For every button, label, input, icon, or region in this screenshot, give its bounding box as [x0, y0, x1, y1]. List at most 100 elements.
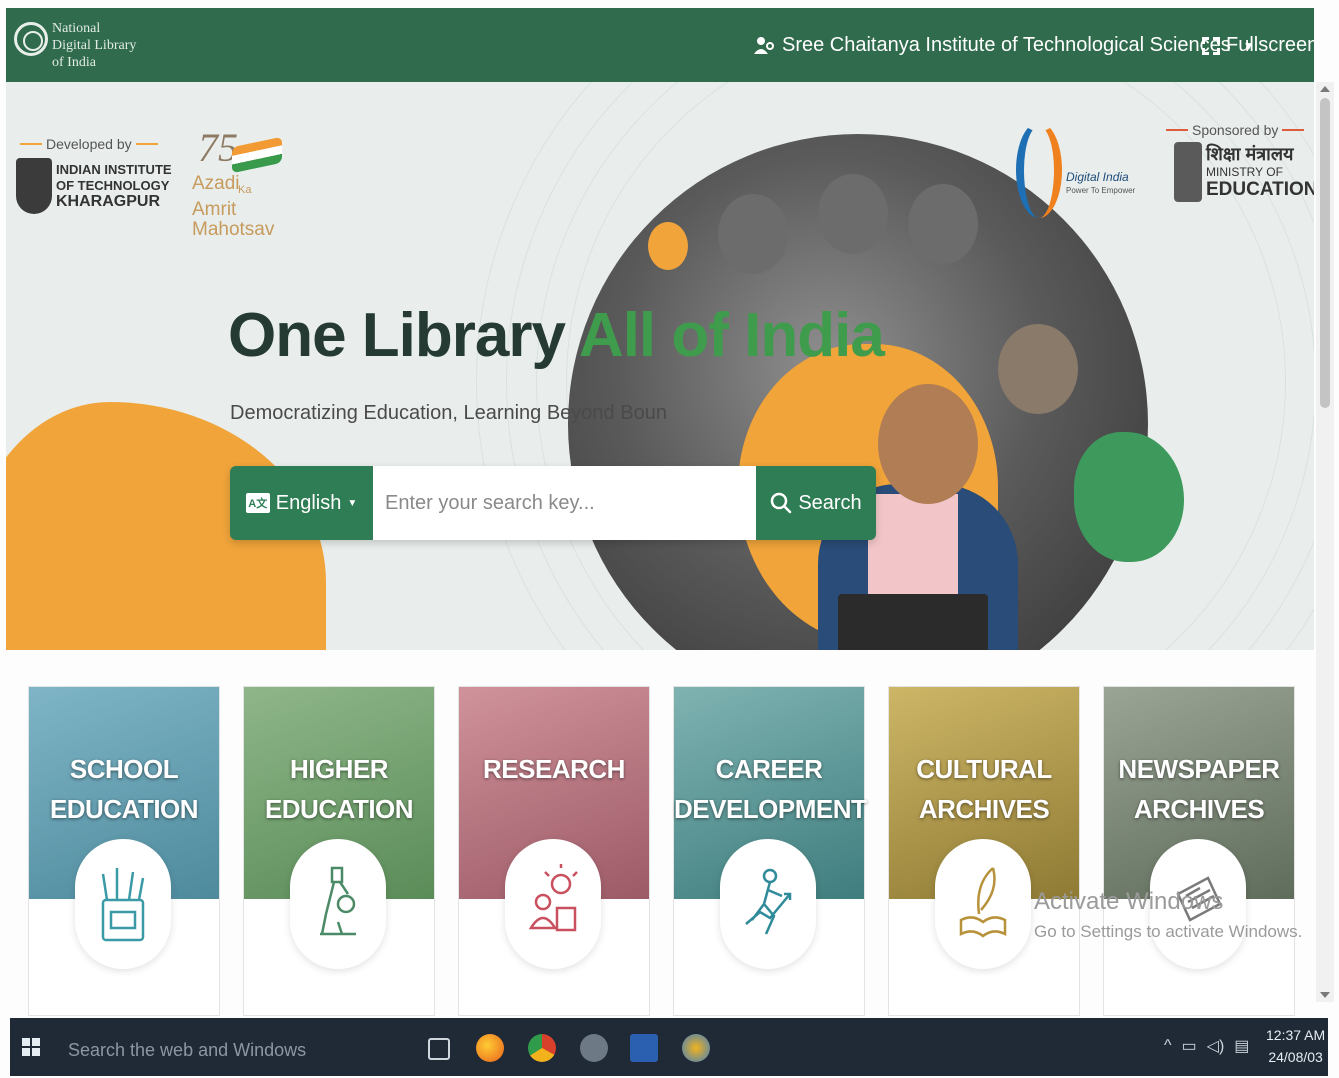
- headline-part2: All of India: [578, 301, 885, 370]
- career-icon: [745, 868, 792, 935]
- institution-dropdown[interactable]: Sree Chaitanya Institute of Technologica…: [754, 34, 1255, 57]
- search-button-label: Search: [798, 491, 862, 514]
- card-icon-circle: [720, 839, 816, 969]
- language-label: English: [275, 491, 342, 514]
- digital-india-text: Digital India: [1066, 170, 1129, 184]
- azadi-line: Ka: [238, 184, 252, 196]
- firefox-icon[interactable]: [476, 1034, 504, 1062]
- category-card-newspaper-archives[interactable]: NEWSPAPER ARCHIVES: [1103, 686, 1295, 1016]
- photo-person: [908, 184, 978, 264]
- orange-dot-decoration: [648, 222, 688, 270]
- chevron-up-icon[interactable]: ^: [1164, 1037, 1172, 1055]
- digital-india-subtext: Power To Empower: [1066, 186, 1136, 195]
- iit-name: INDIAN INSTITUTE OF TECHNOLOGY KHARAGPUR: [56, 162, 172, 210]
- iit-line: INDIAN INSTITUTE: [56, 162, 172, 177]
- category-card-research[interactable]: RESEARCH: [458, 686, 650, 1016]
- ndli-logo-icon[interactable]: [14, 22, 48, 56]
- hero-headline: One Library All of India: [228, 300, 885, 371]
- azadi-line: Amrit Mahotsav: [192, 199, 275, 240]
- stationery-icon: [101, 868, 145, 942]
- card-icon-circle: [75, 839, 171, 969]
- label-line: [135, 143, 158, 145]
- green-blob-decoration: [1074, 432, 1184, 562]
- sponsored-by-text: Sponsored by: [1192, 122, 1279, 138]
- category-card-cultural-archives[interactable]: CULTURAL ARCHIVES: [888, 686, 1080, 1016]
- page-scrollbar[interactable]: [1316, 82, 1334, 1002]
- logo-line: of India: [52, 55, 96, 70]
- logo-line: National: [52, 21, 101, 36]
- category-card-career-development[interactable]: CAREER DEVELOPMENT: [673, 686, 867, 1016]
- azadi-text: Azadi Ka Amrit Mahotsav: [192, 174, 312, 240]
- developed-by-text: Developed by: [46, 136, 132, 152]
- card-title: SCHOOL EDUCATION: [49, 754, 199, 824]
- caret-down-icon: ▼: [347, 497, 358, 509]
- clock-time: 12:37 AM: [1266, 1027, 1326, 1043]
- card-icon-circle: [290, 839, 386, 969]
- taskbar-clock[interactable]: 12:37 AM 24/08/03: [1266, 1024, 1325, 1068]
- azadi-ka-amrit-mahotsav-logo: 75 Azadi Ka Amrit Mahotsav: [192, 122, 312, 240]
- card-icon-circle: [505, 839, 601, 969]
- fullscreen-button[interactable]: Fullscreen: [1202, 34, 1318, 57]
- developed-by-label: Developed by: [20, 136, 158, 152]
- institution-name: Sree Chaitanya Institute of Technologica…: [782, 34, 1231, 56]
- activate-windows-watermark: Activate Windows Go to Settings to activ…: [1034, 888, 1302, 942]
- label-line: [1166, 129, 1188, 131]
- word-icon[interactable]: [630, 1034, 658, 1062]
- scroll-up-arrow-icon[interactable]: [1320, 86, 1330, 92]
- search-icon: [771, 492, 792, 514]
- windows-taskbar: Search the web and Windows ^ ▭ ◁) ▤ 12:3…: [10, 1018, 1328, 1076]
- scroll-down-arrow-icon[interactable]: [1320, 992, 1330, 998]
- fullscreen-label: Fullscreen: [1226, 34, 1319, 56]
- category-card-school-education[interactable]: SCHOOL EDUCATION: [28, 686, 220, 1016]
- scroll-thumb[interactable]: [1320, 98, 1330, 408]
- category-cards: SCHOOL EDUCATION HIGHER EDUCATION RESEAR…: [28, 686, 1298, 1016]
- ministry-of-education-logo[interactable]: शिक्षा मंत्रालय MINISTRY OF EDUCATION: [1174, 142, 1314, 202]
- sponsored-by-label: Sponsored by: [1166, 122, 1305, 138]
- card-title: RESEARCH: [483, 754, 625, 784]
- photo-person: [998, 324, 1078, 414]
- clock-date: 24/08/03: [1268, 1049, 1323, 1065]
- search-button[interactable]: Search: [756, 466, 876, 540]
- app-icon[interactable]: [580, 1034, 608, 1062]
- taskbar-search-box[interactable]: Search the web and Windows: [68, 1040, 306, 1061]
- moe-hindi: शिक्षा मंत्रालय: [1206, 144, 1294, 164]
- task-view-icon[interactable]: [428, 1038, 450, 1060]
- iit-emblem-icon: [16, 158, 52, 214]
- logo-line: Digital Library: [52, 38, 137, 53]
- quill-book-icon: [959, 867, 1007, 938]
- photo-laptop: [838, 594, 988, 650]
- paint-icon[interactable]: [682, 1034, 710, 1062]
- card-title: NEWSPAPER ARCHIVES: [1118, 754, 1280, 824]
- volume-icon[interactable]: ◁): [1207, 1036, 1225, 1056]
- language-dropdown[interactable]: A文 English ▼: [230, 466, 373, 540]
- search-bar: A文 English ▼ Search: [230, 466, 876, 540]
- search-input[interactable]: [373, 466, 756, 540]
- iit-kharagpur-logo[interactable]: INDIAN INSTITUTE OF TECHNOLOGY KHARAGPUR: [16, 158, 172, 214]
- watermark-line2: Go to Settings to activate Windows.: [1034, 922, 1303, 941]
- hero-banner: Developed by INDIAN INSTITUTE OF TECHNOL…: [6, 82, 1314, 650]
- photo-person: [718, 194, 788, 274]
- network-icon[interactable]: ▭: [1182, 1036, 1197, 1056]
- moe-line: EDUCATION: [1206, 179, 1314, 200]
- ndli-logo-text[interactable]: National Digital Library of India: [52, 20, 162, 71]
- national-emblem-icon: [1174, 142, 1202, 202]
- photo-person: [818, 174, 888, 254]
- top-nav-bar: National Digital Library of India Sree C…: [6, 8, 1318, 82]
- fullscreen-icon: [1202, 36, 1220, 55]
- research-icon: [528, 864, 578, 932]
- card-title: HIGHER EDUCATION: [264, 754, 414, 824]
- category-card-higher-education[interactable]: HIGHER EDUCATION: [243, 686, 435, 1016]
- digital-india-swoosh-icon: [1016, 122, 1062, 218]
- screen: National Digital Library of India Sree C…: [0, 0, 1339, 1078]
- card-title: CAREER DEVELOPMENT: [674, 754, 867, 824]
- moe-text: शिक्षा मंत्रालय MINISTRY OF EDUCATION: [1206, 145, 1314, 199]
- notification-icon[interactable]: ▤: [1234, 1036, 1249, 1056]
- photo-student-head: [878, 384, 978, 504]
- headline-part1: One Library: [228, 301, 579, 370]
- label-line: [20, 143, 42, 145]
- windows-start-icon[interactable]: [22, 1038, 40, 1056]
- language-icon: A文: [245, 493, 270, 513]
- tricolor-flag-icon: [232, 136, 282, 174]
- chrome-icon[interactable]: [528, 1034, 556, 1062]
- watermark-line1: Activate Windows: [1034, 888, 1224, 915]
